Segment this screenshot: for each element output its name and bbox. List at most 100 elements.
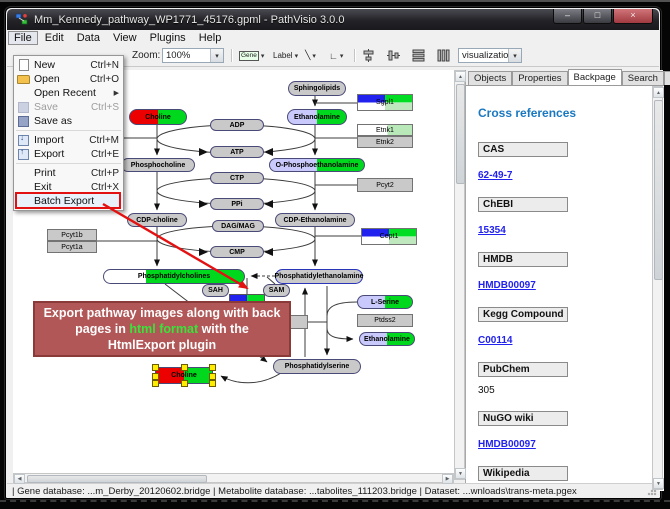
scroll-left-icon[interactable]: ◀ [14,474,25,484]
node-ptdss2[interactable]: Ptdss2 [357,314,413,327]
selection-handle[interactable] [209,364,216,371]
selection-handle[interactable] [181,364,188,371]
node-adp[interactable]: ADP [210,119,264,131]
node-o-phosphoethanolamine[interactable]: O-Phosphoethanolamine [269,158,365,172]
file-menu-item-print[interactable]: PrintCtrl+P [14,166,123,180]
menu-bar-items: FileEditDataViewPluginsHelp [7,31,227,45]
node-ethanolamine-bottom[interactable]: Ethanolamine [359,332,415,346]
draw-line-button[interactable]: ╲ ▾ [303,48,318,63]
backpage-section-chebi: ChEBI 15354 [478,197,664,238]
node-sgpl1[interactable]: Sgpl1 [357,94,413,111]
node-sah[interactable]: SAH [202,284,229,297]
distribute-horizontal-button[interactable] [436,48,451,63]
file-menu-item-new[interactable]: NewCtrl+N [14,58,123,72]
backpage-link[interactable]: HMDB00097 [478,439,536,451]
node-pcyt2[interactable]: Pcyt2 [357,178,413,192]
scroll-down-icon[interactable]: ▼ [653,478,664,489]
align-vertical-center-icon [362,49,375,62]
menu-item-shortcut: Ctrl+O [90,74,119,85]
visualization-combobox[interactable]: visualization ▾ [458,48,522,63]
file-menu-item-export[interactable]: ExportCtrl+E [14,147,123,161]
node-atp[interactable]: ATP [210,146,264,158]
file-menu-item-open-recent[interactable]: Open Recent▶ [14,86,123,100]
scroll-right-icon[interactable]: ▶ [442,474,453,484]
minimize-button[interactable]: – [553,9,582,24]
scrollbar-thumb[interactable] [654,100,663,280]
node-l-serine[interactable]: L-Serine [357,295,413,309]
node-phosphatidylserine[interactable]: Phosphatidylserine [273,359,361,374]
selection-handle[interactable] [209,380,216,387]
menu-view[interactable]: View [107,31,143,45]
tab-search[interactable]: Search [622,71,664,85]
node-pcyt1b[interactable]: Pcyt1b [47,229,97,241]
file-menu-item-save[interactable]: SaveCtrl+S [14,100,123,114]
menu-data[interactable]: Data [71,31,106,45]
panel-vertical-scrollbar[interactable]: ▲ ▼ [652,86,663,490]
backpage-link[interactable]: 15354 [478,225,506,237]
node-sam[interactable]: SAM [263,284,290,297]
backpage-section-header: ChEBI [478,197,568,212]
node-choline-selected[interactable]: Choline [155,367,213,384]
scrollbar-thumb[interactable] [456,84,465,184]
selection-handle[interactable] [152,373,159,380]
node-cdp-ethanolamine[interactable]: CDP-Ethanolamine [275,213,355,227]
screenshot-stage: Mm_Kennedy_pathway_WP1771_45176.gpml - P… [0,0,670,509]
file-menu-item-save-as[interactable]: Save as [14,114,123,128]
title-bar[interactable]: Mm_Kennedy_pathway_WP1771_45176.gpml - P… [7,9,659,30]
align-horizontal-center-button[interactable] [386,48,401,63]
draw-connector-button[interactable]: ∟ ▾ [327,48,345,63]
screen-top-edge [0,0,670,2]
canvas-horizontal-scrollbar[interactable]: ◀ ▶ [13,473,454,483]
zoom-combobox[interactable]: 100% ▾ [162,48,224,63]
save-icon [17,101,30,113]
close-button[interactable]: × [613,9,653,24]
node-dag[interactable]: DAG/MAG [212,220,264,232]
distribute-vertical-button[interactable] [411,48,426,63]
menu-edit[interactable]: Edit [39,31,70,45]
node-gene-partial[interactable] [288,315,308,329]
scroll-up-icon[interactable]: ▲ [653,87,664,98]
node-etnk2[interactable]: Etnk2 [357,136,413,148]
scrollbar-thumb[interactable] [27,475,207,483]
node-cmp[interactable]: CMP [210,246,264,258]
add-gene-button[interactable]: Gene ▾ [237,48,266,63]
menu-plugins[interactable]: Plugins [144,31,192,45]
tab-legend[interactable]: Legend [664,71,670,85]
add-label-button[interactable]: Label ▾ [271,48,300,63]
align-vertical-center-button[interactable] [361,48,376,63]
selection-handle[interactable] [181,380,188,387]
menu-file[interactable]: File [8,31,38,45]
tab-objects[interactable]: Objects [468,71,512,85]
canvas-vertical-scrollbar[interactable]: ▲ ▼ [454,70,465,480]
scroll-down-icon[interactable]: ▼ [455,468,466,479]
menu-help[interactable]: Help [193,31,228,45]
node-phosphatidylcholines[interactable]: Phosphatidylcholines [103,269,245,284]
selection-handle[interactable] [209,373,216,380]
node-ethanolamine-top[interactable]: Ethanolamine [287,109,347,125]
node-cdp-choline[interactable]: CDP-choline [127,213,187,227]
selection-handle[interactable] [152,380,159,387]
node-phosphocholine[interactable]: Phosphocholine [121,158,195,172]
new-file-icon [17,59,30,71]
backpage-link[interactable]: HMDB00097 [478,280,536,292]
backpage-link[interactable]: C00114 [478,335,512,347]
chevron-down-icon[interactable]: ▾ [508,49,521,62]
backpage-link[interactable]: 62-49-7 [478,170,512,182]
scroll-up-icon[interactable]: ▲ [455,71,466,82]
file-menu-item-open[interactable]: OpenCtrl+O [14,72,123,86]
node-etnk1[interactable]: Etnk1 [357,124,413,136]
chevron-down-icon[interactable]: ▾ [210,49,223,62]
tab-backpage[interactable]: Backpage [568,69,622,85]
tab-properties[interactable]: Properties [512,71,567,85]
label-tool-icon: Label [273,51,293,60]
node-cept1[interactable]: Cept1 [361,228,417,245]
node-pcyt1a[interactable]: Pcyt1a [47,241,97,253]
selection-handle[interactable] [152,364,159,371]
maximize-button[interactable]: □ [583,9,612,24]
node-choline-top[interactable]: Choline [129,109,187,125]
node-phosphatidylethanolamine[interactable]: Phosphatidylethanolamine [275,269,363,284]
node-ppi[interactable]: PPi [210,198,264,210]
node-sphingolipids[interactable]: Sphingolipids [288,81,346,96]
file-menu-item-import[interactable]: ImportCtrl+M [14,133,123,147]
node-ctp[interactable]: CTP [210,172,264,184]
